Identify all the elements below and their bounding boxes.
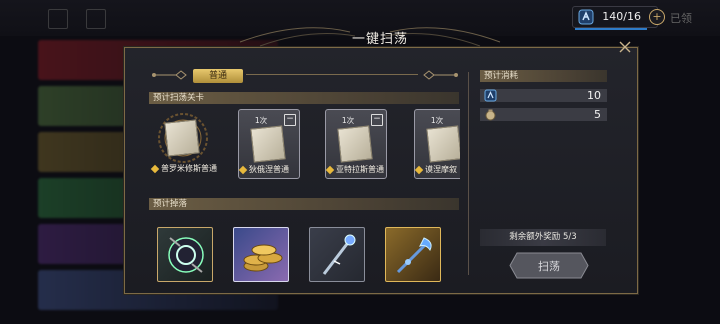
close-button[interactable] — [616, 40, 634, 58]
wand-icon — [396, 237, 432, 274]
stage-minus-button[interactable]: − — [371, 114, 383, 126]
top-right-label: 已领 — [670, 12, 692, 25]
stage-marker-icon — [150, 164, 160, 173]
cost-header: 预计消耗 — [480, 70, 607, 82]
stage-marker-icon — [238, 165, 248, 174]
background-icon — [48, 9, 68, 29]
drop-item[interactable] — [157, 227, 213, 282]
staff-icon — [322, 234, 356, 275]
cost-row-item: 5 — [480, 108, 607, 121]
stage-item[interactable]: 1次 − 狄俄涅普通 — [238, 109, 300, 179]
stage-count: 1次 — [430, 116, 444, 125]
stage-scroll-icon — [426, 125, 460, 163]
coins-icon — [243, 244, 283, 272]
stage-marker-icon — [414, 165, 424, 174]
stamina-icon — [578, 9, 594, 25]
tab-normal[interactable]: 普通 — [193, 69, 243, 83]
drop-item[interactable] — [309, 227, 365, 282]
stage-name-text: 普罗米修斯普通 — [161, 164, 217, 173]
bag-icon — [485, 109, 496, 121]
dialog-title: 一键扫荡 — [351, 32, 408, 47]
sweep-button[interactable]: 扫荡 — [509, 252, 589, 279]
cost-row-stamina: 10 — [480, 89, 607, 102]
cost-value: 10 — [587, 89, 601, 102]
add-stamina-button[interactable]: + — [649, 9, 665, 25]
stamina-icon — [484, 89, 497, 102]
stage-count: 1次 — [341, 116, 355, 125]
close-icon — [619, 41, 631, 53]
stage-name: 谟涅摩叙 — [414, 164, 460, 175]
drops-header: 预计掉落 — [149, 198, 459, 210]
stage-count: 1次 — [254, 116, 268, 125]
extra-reward-info: 剩余额外奖励 5/3 — [480, 229, 606, 246]
cost-value: 5 — [594, 108, 601, 121]
stage-name: 狄俄涅普通 — [238, 164, 315, 175]
ornament-left — [152, 70, 187, 80]
drop-item[interactable] — [233, 227, 289, 282]
stage-name: 普罗米修斯普通 — [150, 163, 227, 174]
tab-divider — [246, 74, 418, 75]
sweep-button-label: 扫荡 — [538, 260, 560, 273]
stage-name-text: 谟涅摩叙 — [425, 165, 457, 174]
stage-scroll-icon — [337, 125, 373, 163]
stage-name-text: 亚特拉斯普通 — [336, 165, 384, 174]
relic-icon — [168, 237, 204, 273]
stage-item[interactable]: 1次 谟涅摩叙 — [414, 109, 460, 179]
ornament-right — [423, 70, 458, 80]
stage-item[interactable]: 1次 − 亚特拉斯普通 — [325, 109, 387, 179]
background-icon — [86, 9, 106, 29]
stamina-counter: 140/16 + — [572, 6, 665, 30]
stage-item[interactable]: 普罗米修斯普通 — [150, 109, 217, 179]
stage-minus-button[interactable]: − — [284, 114, 296, 126]
stage-name-text: 狄俄涅普通 — [249, 165, 289, 174]
stages-header: 预计扫荡关卡 — [149, 92, 459, 104]
stage-name: 亚特拉斯普通 — [325, 164, 402, 175]
drop-item[interactable] — [385, 227, 441, 282]
stage-scroll-icon — [164, 119, 200, 157]
column-divider — [468, 72, 469, 275]
stage-scroll-icon — [250, 125, 286, 163]
stage-marker-icon — [325, 165, 335, 174]
stamina-value: 140/16 — [602, 10, 641, 23]
